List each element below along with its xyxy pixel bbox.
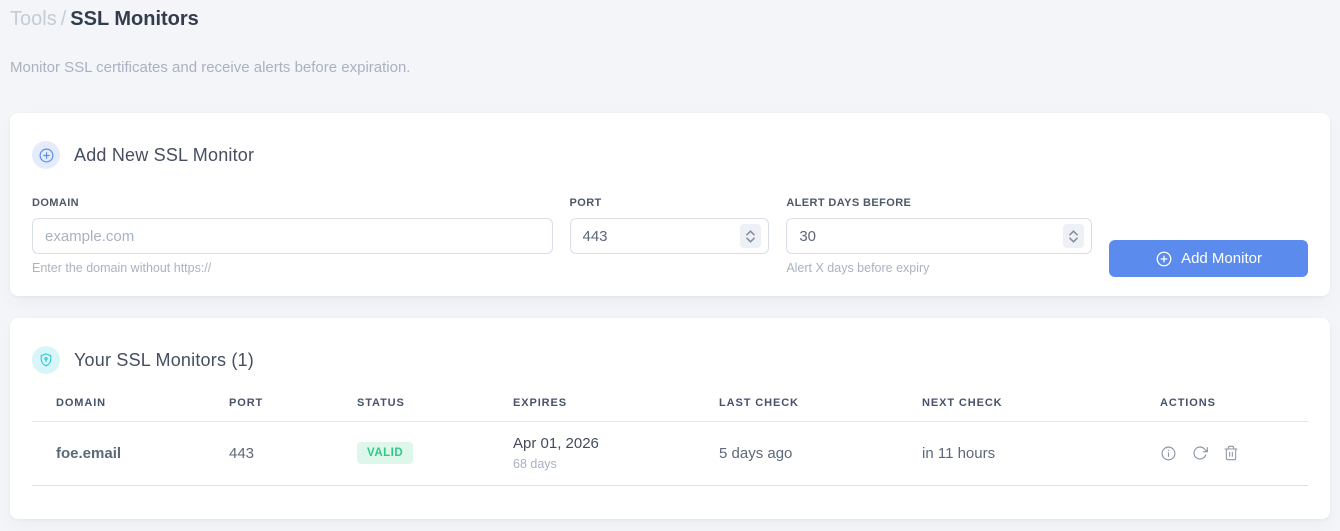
add-monitor-card-title: Add New SSL Monitor xyxy=(74,144,255,165)
add-monitor-button[interactable]: Add Monitor xyxy=(1109,240,1309,277)
chevron-up-icon xyxy=(746,229,756,236)
add-monitor-card-header: Add New SSL Monitor xyxy=(32,141,1308,169)
ssl-monitors-page: Tools / SSL Monitors Monitor SSL certifica… xyxy=(0,0,1340,519)
table-row: foe.email 443 VALID Apr 01, 2026 68 days… xyxy=(32,421,1308,486)
trash-icon xyxy=(1224,445,1238,461)
domain-helper-text: Enter the domain without https:// xyxy=(32,261,212,275)
cell-actions xyxy=(1128,421,1308,486)
header-status: STATUS xyxy=(357,397,513,422)
cell-last-check: 5 days ago xyxy=(719,421,922,486)
plus-circle-badge xyxy=(32,141,60,169)
add-monitor-card: Add New SSL Monitor DOMAIN Enter the dom… xyxy=(10,113,1330,296)
alert-days-label: ALERT DAYS BEFORE xyxy=(786,197,912,209)
header-expires: EXPIRES xyxy=(513,397,719,422)
domain-field-group: DOMAIN Enter the domain without https:// xyxy=(32,197,553,275)
cell-expires: Apr 01, 2026 68 days xyxy=(513,421,719,486)
alert-days-field-group: ALERT DAYS BEFORE Alert X days before ex… xyxy=(786,197,1093,275)
page-subtitle: Monitor SSL certificates and receive ale… xyxy=(10,59,411,76)
refresh-icon xyxy=(1193,446,1208,460)
info-icon xyxy=(1161,446,1176,460)
breadcrumb-tools-link[interactable]: Tools xyxy=(10,8,57,30)
alert-days-input[interactable] xyxy=(786,218,1093,254)
chevron-down-icon xyxy=(746,236,756,243)
header-next-check: NEXT CHECK xyxy=(922,397,1128,422)
port-field-group: PORT xyxy=(569,197,770,254)
header-last-check: LAST CHECK xyxy=(719,397,922,422)
port-stepper[interactable] xyxy=(740,224,762,248)
cell-port: 443 xyxy=(229,421,357,486)
port-label: PORT xyxy=(569,197,602,209)
breadcrumb-separator: / xyxy=(60,8,67,30)
add-monitor-form: DOMAIN Enter the domain without https://… xyxy=(32,197,1309,277)
header-port: PORT xyxy=(229,397,357,422)
header-actions: ACTIONS xyxy=(1128,397,1308,422)
shield-icon xyxy=(40,353,52,367)
add-monitor-button-label: Add Monitor xyxy=(1181,250,1262,267)
header-domain: DOMAIN xyxy=(32,397,229,422)
plus-circle-icon xyxy=(1156,251,1172,266)
chevron-down-icon xyxy=(1069,236,1078,243)
monitors-list-card: Your SSL Monitors (1) DOMAIN PORT STATUS… xyxy=(10,318,1330,519)
monitors-table: DOMAIN PORT STATUS EXPIRES LAST CHECK NE… xyxy=(32,397,1308,486)
page-title: SSL Monitors xyxy=(70,8,199,30)
plus-circle-icon xyxy=(39,148,53,162)
domain-input[interactable] xyxy=(32,218,553,254)
cell-domain: foe.email xyxy=(32,421,229,486)
expires-date: Apr 01, 2026 xyxy=(513,435,599,452)
cell-status: VALID xyxy=(357,421,513,486)
table-header-row: DOMAIN PORT STATUS EXPIRES LAST CHECK NE… xyxy=(32,397,1308,422)
alert-days-stepper[interactable] xyxy=(1063,224,1085,248)
alert-days-helper-text: Alert X days before expiry xyxy=(786,261,930,275)
expires-days-remaining: 68 days xyxy=(513,457,557,471)
info-button[interactable] xyxy=(1160,445,1177,462)
delete-button[interactable] xyxy=(1223,445,1239,461)
refresh-button[interactable] xyxy=(1192,445,1208,461)
monitors-card-header: Your SSL Monitors (1) xyxy=(10,346,1330,374)
chevron-up-icon xyxy=(1069,229,1078,236)
breadcrumb: Tools / SSL Monitors xyxy=(10,6,1330,32)
domain-label: DOMAIN xyxy=(32,197,80,209)
shield-badge xyxy=(32,346,60,374)
cell-next-check: in 11 hours xyxy=(922,421,1128,486)
status-badge: VALID xyxy=(357,442,414,464)
monitors-card-title: Your SSL Monitors (1) xyxy=(74,349,254,370)
